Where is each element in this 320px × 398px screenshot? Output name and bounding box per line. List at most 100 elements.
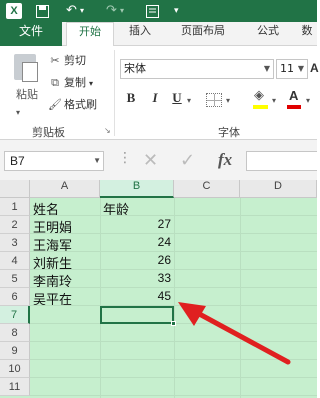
row-header-7[interactable]: 7 bbox=[0, 306, 30, 324]
annotation-arrow bbox=[178, 302, 291, 365]
row-header-11[interactable]: 11 bbox=[0, 378, 30, 396]
column-header-d[interactable]: D bbox=[240, 180, 317, 198]
grid-line bbox=[30, 233, 317, 234]
format-painter-button[interactable]: 🖌 格式刷 bbox=[48, 96, 97, 114]
tab-file[interactable]: 文件 bbox=[0, 22, 62, 46]
scissors-icon: ✂ bbox=[50, 54, 60, 67]
selected-cell-b7[interactable] bbox=[100, 306, 174, 324]
column-header-c[interactable]: C bbox=[174, 180, 240, 198]
paste-dropdown-icon[interactable]: ▾ bbox=[16, 108, 20, 117]
grid-line bbox=[30, 287, 317, 288]
cell-b1[interactable]: 年龄 bbox=[100, 199, 174, 215]
font-color-swatch bbox=[287, 105, 301, 109]
cell-b6[interactable]: 45 bbox=[100, 289, 174, 305]
column-header-a[interactable]: A bbox=[30, 180, 100, 198]
redo-dropdown-icon[interactable]: ▾ bbox=[120, 1, 124, 21]
clipboard-launcher-icon[interactable]: ↘ bbox=[104, 126, 111, 135]
tab-data[interactable]: 数 bbox=[298, 22, 316, 46]
copy-label: 复制 bbox=[64, 76, 86, 89]
name-box-value: B7 bbox=[10, 154, 25, 168]
insert-function-button[interactable]: fx bbox=[218, 150, 232, 170]
column-header-b[interactable]: B bbox=[100, 180, 174, 198]
cancel-icon[interactable]: ✕ bbox=[143, 150, 158, 171]
brush-icon: 🖌 bbox=[48, 98, 62, 111]
grid-line bbox=[30, 215, 317, 216]
tab-page-layout[interactable]: 页面布局 bbox=[166, 22, 240, 46]
cell-b4[interactable]: 26 bbox=[100, 253, 174, 269]
paste-label: 粘贴 bbox=[16, 88, 38, 101]
fill-color-button[interactable]: ◈ bbox=[252, 88, 270, 110]
font-name-combo[interactable]: 宋体 ▼ bbox=[120, 59, 274, 79]
font-name-value: 宋体 bbox=[124, 62, 146, 75]
select-all-corner[interactable] bbox=[0, 180, 30, 198]
grid-line bbox=[30, 377, 317, 378]
ribbon: 粘贴 ▾ ✂ 剪切 ⧉ 复制 ▾ 🖌 格式刷 剪贴板 ↘ 宋体 ▼ 11 ▼ A B I… bbox=[0, 46, 319, 140]
formula-bar-grip-icon: ⋮ bbox=[118, 150, 132, 166]
cell-a6[interactable]: 吴平在 bbox=[30, 289, 100, 305]
grow-font-icon[interactable]: A bbox=[310, 61, 319, 75]
formula-input[interactable] bbox=[246, 151, 317, 171]
row-header-4[interactable]: 4 bbox=[0, 252, 30, 270]
qat-more-icon[interactable]: ▾ bbox=[174, 1, 179, 21]
copy-button[interactable]: ⧉ 复制 ▾ bbox=[48, 74, 93, 92]
font-size-combo[interactable]: 11 ▼ bbox=[276, 59, 308, 79]
row-header-3[interactable]: 3 bbox=[0, 234, 30, 252]
tab-insert[interactable]: 插入 bbox=[120, 22, 160, 46]
group-separator bbox=[114, 50, 115, 136]
font-name-dropdown-icon[interactable]: ▼ bbox=[261, 60, 273, 78]
grid-line bbox=[30, 251, 317, 252]
fill-color-dropdown-icon[interactable]: ▾ bbox=[272, 96, 276, 105]
borders-icon[interactable] bbox=[206, 93, 222, 107]
excel-icon: X bbox=[6, 3, 22, 19]
tab-home[interactable]: 开始 bbox=[66, 22, 114, 47]
font-group-label: 字体 bbox=[218, 126, 240, 139]
grid-line bbox=[30, 395, 317, 396]
grid-line bbox=[30, 269, 317, 270]
font-color-dropdown-icon[interactable]: ▾ bbox=[306, 96, 310, 105]
grid-line bbox=[174, 198, 175, 398]
cell-a4[interactable]: 刘新生 bbox=[30, 253, 100, 269]
tab-formulas[interactable]: 公式 bbox=[248, 22, 288, 46]
undo-dropdown-icon[interactable]: ▾ bbox=[80, 1, 84, 21]
cell-a3[interactable]: 王海军 bbox=[30, 235, 100, 251]
paste-page-icon bbox=[22, 62, 38, 82]
underline-button[interactable]: U bbox=[168, 90, 186, 110]
copy-dropdown-icon: ▾ bbox=[89, 79, 94, 88]
formula-bar: B7 ▼ ⋮ ✕ ✓ fx bbox=[0, 140, 317, 180]
undo-icon[interactable]: ↶ bbox=[66, 1, 77, 21]
redo-icon[interactable]: ↷ bbox=[106, 1, 117, 21]
cell-a2[interactable]: 王明娟 bbox=[30, 217, 100, 233]
format-painter-label: 格式刷 bbox=[64, 98, 97, 111]
cell-b3[interactable]: 24 bbox=[100, 235, 174, 251]
font-size-dropdown-icon[interactable]: ▼ bbox=[295, 60, 307, 78]
font-color-letter-icon: A bbox=[289, 88, 299, 103]
underline-dropdown-icon[interactable]: ▾ bbox=[187, 96, 191, 105]
paste-button[interactable]: 粘贴 bbox=[6, 50, 42, 104]
row-header-9[interactable]: 9 bbox=[0, 342, 30, 360]
enter-icon[interactable]: ✓ bbox=[180, 150, 195, 171]
row-header-10[interactable]: 10 bbox=[0, 360, 30, 378]
row-header-2[interactable]: 2 bbox=[0, 216, 30, 234]
cell-b2[interactable]: 27 bbox=[100, 217, 174, 233]
row-header-5[interactable]: 5 bbox=[0, 270, 30, 288]
cut-button[interactable]: ✂ 剪切 bbox=[48, 52, 86, 70]
font-color-button[interactable]: A bbox=[286, 88, 302, 110]
row-header-1[interactable]: 1 bbox=[0, 198, 30, 216]
borders-dropdown-icon[interactable]: ▾ bbox=[226, 96, 230, 105]
worksheet-grid[interactable]: A B C D 1 2 3 4 5 6 7 8 9 10 11 姓名 年龄 王明娟 27 王海军 2… bbox=[0, 180, 317, 398]
fill-color-swatch bbox=[253, 105, 268, 109]
cell-a5[interactable]: 李南玲 bbox=[30, 271, 100, 287]
name-box[interactable]: B7 ▼ bbox=[4, 151, 104, 171]
arrow-shaft bbox=[189, 307, 291, 365]
row-header-6[interactable]: 6 bbox=[0, 288, 30, 306]
cell-a1[interactable]: 姓名 bbox=[30, 199, 100, 215]
copy-icon: ⧉ bbox=[51, 76, 59, 89]
row-header-8[interactable]: 8 bbox=[0, 324, 30, 342]
bold-button[interactable]: B bbox=[122, 90, 140, 110]
cut-label: 剪切 bbox=[64, 54, 86, 67]
italic-button[interactable]: I bbox=[146, 90, 164, 110]
clipboard-group-label: 剪贴板 bbox=[32, 126, 65, 139]
font-size-value: 11 bbox=[280, 62, 294, 75]
name-box-dropdown-icon[interactable]: ▼ bbox=[93, 152, 101, 170]
cell-b5[interactable]: 33 bbox=[100, 271, 174, 287]
